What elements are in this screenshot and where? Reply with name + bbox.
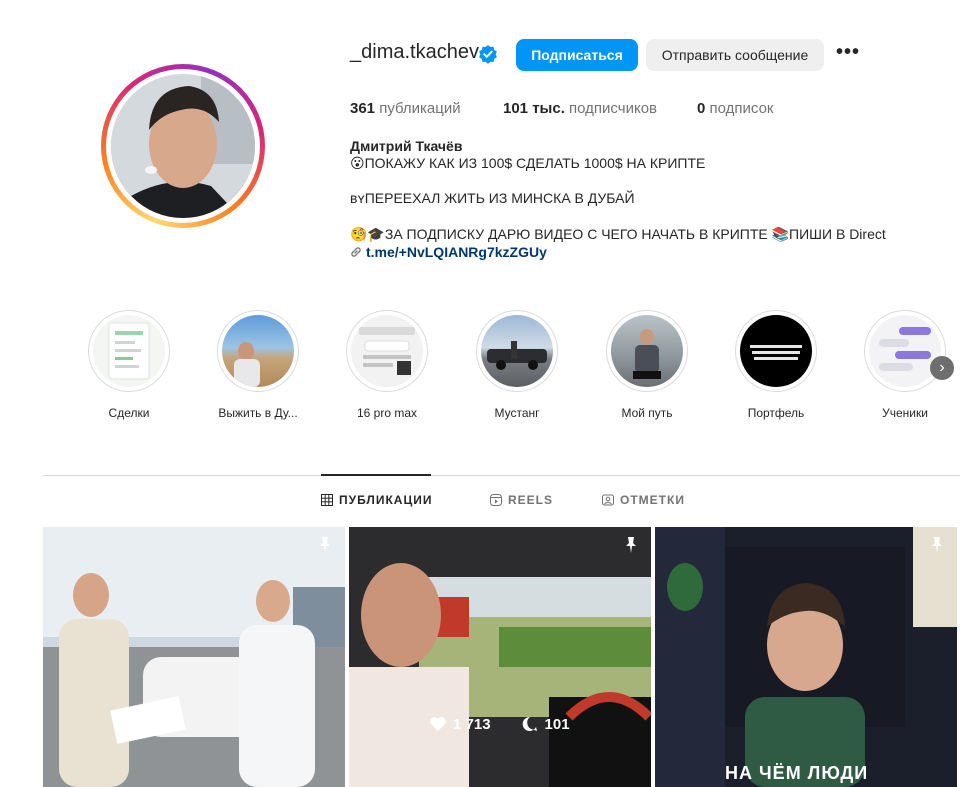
heart-icon xyxy=(430,717,446,731)
likes-stat: 1 713 xyxy=(429,715,491,733)
post-tile[interactable]: НА ЧЁМ ЛЮДИ xyxy=(655,527,957,787)
followers-stat[interactable]: 101 тыс. подписчиков xyxy=(503,100,657,117)
following-stat[interactable]: 0 подписок xyxy=(697,100,773,117)
grid-icon xyxy=(321,494,333,506)
tab-label: ОТМЕТКИ xyxy=(620,493,685,507)
highlight-cover xyxy=(351,315,423,387)
highlight-ring xyxy=(735,310,817,392)
following-count: 0 xyxy=(697,100,706,117)
comment-icon xyxy=(522,716,537,731)
post-image xyxy=(655,527,957,787)
active-tab-indicator xyxy=(321,474,431,476)
bio-link[interactable]: t.me/+NvLQIANRg7kzZGUy xyxy=(366,244,547,260)
highlights-next-arrow-icon[interactable]: › xyxy=(930,356,954,380)
verified-badge-icon xyxy=(479,45,497,64)
post-tile[interactable] xyxy=(43,527,345,787)
followers-label: подписчиков xyxy=(569,100,658,117)
highlight-ring xyxy=(606,310,688,392)
follow-button[interactable]: Подписаться xyxy=(516,39,638,71)
highlight-portfolio[interactable]: Портфель xyxy=(735,310,817,420)
send-message-button[interactable]: Отправить сообщение xyxy=(646,39,824,71)
pinned-icon xyxy=(320,537,330,553)
tab-reels[interactable]: REELS xyxy=(490,493,553,507)
avatar-frame xyxy=(106,69,260,223)
pinned-icon xyxy=(932,537,942,553)
highlight-cover xyxy=(222,315,294,387)
bio-line-1: 😮ПОКАЖУ КАК ИЗ 100$ СДЕЛАТЬ 1000$ НА КРИ… xyxy=(350,155,706,171)
post-image xyxy=(43,527,345,787)
link-icon xyxy=(351,247,361,257)
highlight-survive-dubai[interactable]: Выжить в Ду... xyxy=(217,310,299,420)
post-caption-overlay: НА ЧЁМ ЛЮДИ xyxy=(725,763,869,783)
highlight-ring xyxy=(88,310,170,392)
tabs-divider xyxy=(43,475,960,476)
highlight-16-pro-max[interactable]: 16 pro max xyxy=(346,310,428,420)
highlight-cover xyxy=(740,315,812,387)
posts-count: 361 xyxy=(350,100,376,117)
highlight-mustang[interactable]: Мустанг xyxy=(476,310,558,420)
highlight-label: Портфель xyxy=(747,406,805,420)
likes-count: 1 713 xyxy=(453,715,491,733)
reels-icon xyxy=(490,494,502,506)
pinned-icon xyxy=(626,537,636,553)
highlight-label: Мустанг xyxy=(494,406,540,420)
highlight-ring xyxy=(346,310,428,392)
highlight-ring xyxy=(217,310,299,392)
tab-label: REELS xyxy=(508,493,554,507)
comments-stat: 101 xyxy=(521,715,570,733)
profile-avatar-ring[interactable] xyxy=(101,64,265,228)
tab-tagged[interactable]: ОТМЕТКИ xyxy=(602,493,685,507)
avatar xyxy=(111,74,255,218)
highlight-students[interactable]: Ученики xyxy=(864,310,946,420)
posts-label: публикаций xyxy=(379,100,461,117)
bio-line-3: 🧐🎓ЗА ПОДПИСКУ ДАРЮ ВИДЕО С ЧЕГО НАЧАТЬ В… xyxy=(350,226,886,242)
comments-count: 101 xyxy=(544,715,570,733)
highlight-cover xyxy=(93,315,165,387)
post-tile[interactable]: 1 713 101 xyxy=(349,527,651,787)
bio-link-row[interactable]: t.me/+NvLQIANRg7kzZGUy xyxy=(350,244,547,260)
highlight-label: Выжить в Ду... xyxy=(218,406,298,420)
bio-line-2: ʙʏПЕРЕЕХАЛ ЖИТЬ ИЗ МИНСКА В ДУБАЙ xyxy=(350,190,635,206)
highlight-label: 16 pro max xyxy=(356,406,418,420)
highlight-ring xyxy=(476,310,558,392)
post-image xyxy=(349,527,651,787)
highlight-cover xyxy=(869,315,941,387)
highlight-my-path[interactable]: Мой путь xyxy=(606,310,688,420)
followers-count: 101 тыс. xyxy=(503,100,565,117)
more-options-icon[interactable]: ••• xyxy=(836,42,860,64)
highlight-deals[interactable]: Сделки xyxy=(88,310,170,420)
following-label: подписок xyxy=(709,100,774,117)
tab-label: ПУБЛИКАЦИИ xyxy=(339,493,433,507)
profile-full-name: Дмитрий Ткачёв xyxy=(350,138,463,154)
highlight-ring xyxy=(864,310,946,392)
post-engagement-overlay: 1 713 101 xyxy=(429,715,570,733)
tab-posts[interactable]: ПУБЛИКАЦИИ xyxy=(321,493,432,507)
highlight-label: Сделки xyxy=(108,406,150,420)
avatar-portrait xyxy=(111,74,255,218)
posts-count-stat: 361 публикаций xyxy=(350,100,461,117)
highlight-label: Мой путь xyxy=(621,406,673,420)
tagged-icon xyxy=(602,494,614,506)
highlight-label: Ученики xyxy=(882,406,928,420)
username: _dima.tkachev xyxy=(350,41,479,63)
highlight-cover xyxy=(611,315,683,387)
highlight-cover xyxy=(481,315,553,387)
